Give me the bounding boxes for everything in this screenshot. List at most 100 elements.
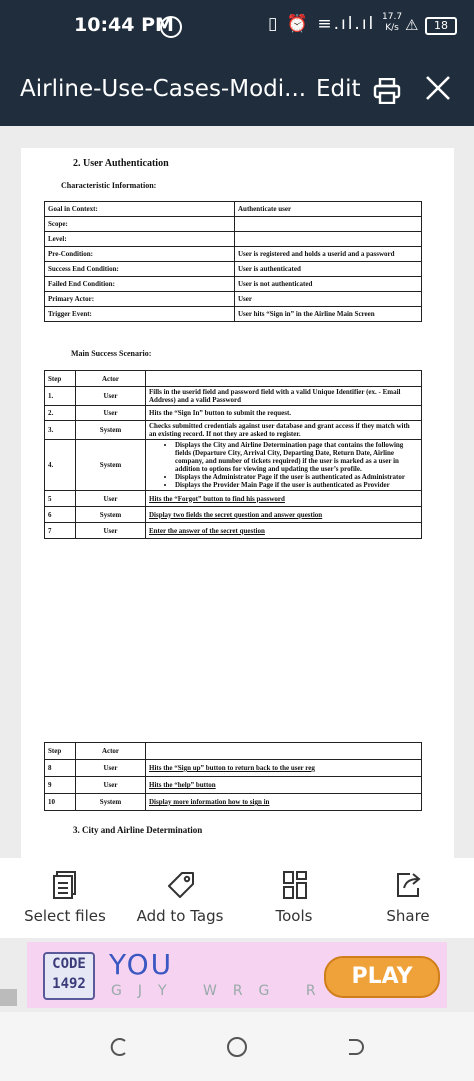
table-row: 9 User Hits the “help” button — [44, 776, 422, 794]
table-row: Failed End Condition: User is not authent… — [44, 276, 422, 292]
close-icon[interactable] — [424, 74, 452, 102]
status-time: 10:44 PM — [74, 14, 174, 36]
table-cell: Hits the “help” button — [145, 776, 422, 794]
table-cell: Goal in Context: — [44, 201, 235, 217]
table-cell: 8 — [44, 759, 76, 777]
table-cell: Hits the “Forgot” button to find his pas… — [145, 490, 422, 507]
tools-button[interactable]: Tools — [256, 858, 332, 938]
table-row: Success End Condition: User is authentica… — [44, 261, 422, 277]
table-cell: User hits “Sign in” in the Airline Main … — [234, 306, 422, 322]
table-cell: User — [75, 405, 146, 421]
list-item: Displays the Administrator Page if the u… — [175, 473, 418, 481]
table-cell — [234, 216, 422, 232]
back-icon[interactable] — [344, 1036, 366, 1058]
table-cell: 6 — [44, 506, 76, 523]
table-cell: User — [75, 522, 146, 539]
table-cell: Failed End Condition: — [44, 276, 235, 292]
print-icon[interactable] — [373, 78, 401, 104]
share-button[interactable]: Share — [372, 858, 444, 938]
table-cell: System — [75, 439, 146, 491]
ad-code-bottom: 1492 — [52, 976, 86, 992]
table-header-row: Step Actor — [44, 370, 422, 387]
ad-code-top: CODE — [52, 956, 86, 972]
table-row: 5 User Hits the “Forgot” button to find … — [44, 490, 422, 507]
table-cell: Display more information how to sign in — [145, 793, 422, 811]
table-cell: 2. — [44, 405, 76, 421]
list-item: Displays the Provider Main Page if the u… — [175, 481, 418, 489]
document-page: 2. User Authentication Characteristic In… — [21, 148, 454, 858]
table-row: 8 User Hits the “Sign up” button to retu… — [44, 759, 422, 777]
select-files-icon — [53, 871, 76, 899]
status-bar: 10:44 PM ▯ ⏰ ≡.ıl.ıl 17.7 K/s ⚠ 18 — [0, 0, 474, 56]
table-cell: Display two fields the secret question a… — [145, 506, 422, 523]
table-header-step: Step — [44, 370, 76, 387]
characteristics-table: Goal in Context: Authenticate user Scope:… — [44, 201, 422, 322]
ad-play-button[interactable]: PLAY — [324, 956, 440, 998]
table-cell: 9 — [44, 776, 76, 794]
table-row: Trigger Event: User hits “Sign in” in the… — [44, 306, 422, 322]
scenario-table: Step Actor 1. User Fills in the userid f… — [44, 370, 422, 539]
table-row: Level: — [44, 231, 422, 247]
ad-word: YOU — [109, 948, 174, 981]
table-cell: Hits the “Sign In” button to submit the … — [145, 405, 422, 421]
table-cell: Success End Condition: — [44, 261, 235, 277]
tools-label: Tools — [275, 907, 313, 925]
document-title: Airline-Use-Cases-Modi... — [20, 76, 307, 102]
section-heading: 2. User Authentication — [73, 158, 169, 169]
table-cell: Scope: — [44, 216, 235, 232]
network-speed: 17.7 K/s — [382, 12, 402, 34]
table-row: Pre-Condition: User is registered and hol… — [44, 246, 422, 262]
table-cell: Authenticate user — [234, 201, 422, 217]
add-to-tags-button[interactable]: Add to Tags — [134, 858, 226, 938]
tools-icon — [283, 871, 307, 899]
ad-info-icon[interactable] — [0, 989, 17, 1006]
table-cell: System — [75, 420, 146, 440]
share-label: Share — [386, 907, 430, 925]
table-cell: User is not authenticated — [234, 276, 422, 292]
select-files-label: Select files — [24, 907, 106, 925]
table-header-step: Step — [44, 742, 76, 760]
warning-icon: ⚠ — [405, 16, 419, 34]
table-cell: User — [75, 490, 146, 507]
table-cell: Checks submitted credentials against use… — [145, 420, 422, 440]
table-row: Primary Actor: User — [44, 291, 422, 307]
table-row: Goal in Context: Authenticate user — [44, 201, 422, 217]
bullet-list: Displays the City and Airline Determinat… — [149, 441, 418, 489]
table-cell: Fills in the userid field and password f… — [145, 386, 422, 406]
document-viewer[interactable]: 2. User Authentication Characteristic In… — [0, 126, 474, 858]
section-subheading: Characteristic Information: — [61, 181, 157, 190]
ad-content[interactable]: CODE 1492 YOU GJY WRG RG PLAY — [27, 942, 447, 1008]
navigation-bar — [0, 1012, 474, 1081]
ad-letters: GJY WRG RG — [111, 983, 359, 999]
table-row: 6 System Display two fields the secret q… — [44, 506, 422, 523]
recents-icon[interactable] — [108, 1036, 130, 1058]
table-row: Scope: — [44, 216, 422, 232]
table-row: 4. System Displays the City and Airline … — [44, 439, 422, 491]
table-cell — [234, 231, 422, 247]
network-speed-unit: K/s — [385, 23, 399, 33]
next-section-heading: 3. City and Airline Determination — [73, 825, 203, 835]
table-cell: Hits the “Sign up” button to return back… — [145, 759, 422, 777]
table-cell: Pre-Condition: — [44, 246, 235, 262]
add-to-tags-label: Add to Tags — [136, 907, 224, 925]
table-cell — [145, 742, 422, 760]
table-cell: User — [75, 776, 146, 794]
table-header-row: Step Actor — [44, 742, 422, 760]
select-files-button[interactable]: Select files — [20, 858, 110, 938]
signal-icons: ▯ ⏰ ≡.ıl.ıl — [268, 14, 376, 34]
edit-button[interactable]: Edit — [316, 76, 361, 102]
table-row: 7 User Enter the answer of the secret qu… — [44, 522, 422, 539]
list-item: Displays the City and Airline Determinat… — [175, 441, 418, 473]
table-cell: 1. — [44, 386, 76, 406]
table-cell: User is authenticated — [234, 261, 422, 277]
table-cell: 3. — [44, 420, 76, 440]
table-cell: Level: — [44, 231, 235, 247]
home-icon[interactable] — [226, 1036, 248, 1058]
ad-banner[interactable]: CODE 1492 YOU GJY WRG RG PLAY — [0, 938, 474, 1012]
table-cell: 7 — [44, 522, 76, 539]
table-cell: 5 — [44, 490, 76, 507]
table-cell — [145, 370, 422, 387]
table-cell: User — [75, 759, 146, 777]
whatsapp-icon — [160, 16, 182, 38]
table-header-actor: Actor — [75, 370, 146, 387]
